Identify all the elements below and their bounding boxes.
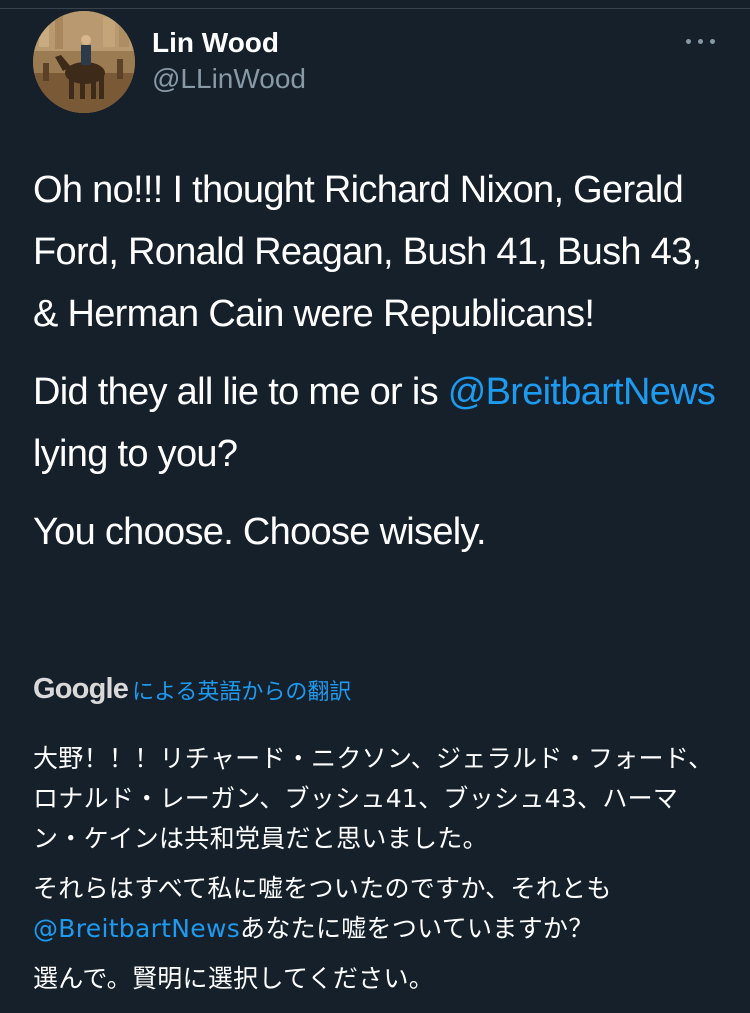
translated-paragraph: それらはすべて私に嘘をついたのですか、それとも @BreitbartNewsあなた… [33,869,723,949]
translated-text-segment: それらはすべて私に嘘をついたのですか、それとも [33,874,612,903]
more-horizontal-icon [710,39,715,44]
translated-paragraph: 選んで。賢明に選択してください。 [33,964,435,993]
translated-text: 大野！！！リチャード・ニクソン、ジェラルド・フォード、ロナルド・レーガン、ブッシ… [33,739,723,1009]
tweet-paragraph: Did they all lie to me or is @BreitbartN… [33,361,723,485]
tweet-paragraph: Oh no!!! I thought Richard Nixon, Gerald… [33,169,702,335]
translation-attribution: Google による英語からの翻訳 [33,673,351,713]
tweet-text-segment: lying to you? [33,433,238,475]
avatar[interactable] [33,11,135,113]
google-logo: Google [33,673,129,705]
avatar-painting-image [33,11,135,113]
more-options-button[interactable] [676,27,724,57]
translation-label-link[interactable]: による英語からの翻訳 [132,674,351,706]
tweet-text: Oh no!!! I thought Richard Nixon, Gerald… [33,159,723,579]
more-horizontal-icon [686,39,691,44]
mention-link[interactable]: @BreitbartNews [33,914,240,943]
translated-text-segment: あなたに嘘をついていますか？ [240,914,594,943]
author-name[interactable]: Lin Wood [152,27,279,59]
mention-link[interactable]: @BreitbartNews [448,371,716,413]
author-handle[interactable]: @LLinWood [152,63,306,95]
more-horizontal-icon [698,39,703,44]
tweet-paragraph: You choose. Choose wisely. [33,511,487,553]
tweet-text-segment: Did they all lie to me or is [33,371,448,413]
translated-paragraph: 大野！！！リチャード・ニクソン、ジェラルド・フォード、ロナルド・レーガン、ブッシ… [33,744,714,853]
tweet: Lin Wood @LLinWood Oh no!!! I thought Ri… [0,9,750,1013]
